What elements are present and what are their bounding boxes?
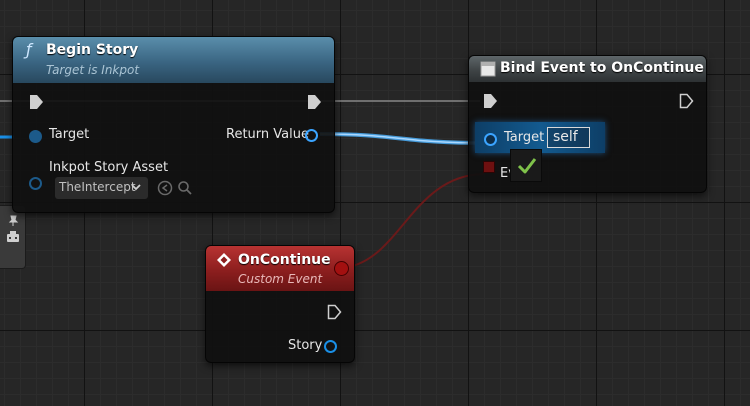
use-selected-icon[interactable] [157,180,173,196]
exec-out-pin[interactable] [327,304,342,320]
node-title: Bind Event to OnContinue [500,60,704,76]
node-subtitle: Target is Inkpot [46,63,140,77]
return-value-label: Return Value [226,127,309,142]
pin-icon [8,215,19,226]
begin-story-node[interactable]: ƒ Begin Story Target is Inkpot Target Re… [12,36,335,213]
target-label: Target [49,127,90,142]
bind-event-node[interactable]: Bind Event to OnContinue Target self Ev [468,55,707,193]
exec-in-pin[interactable] [483,93,498,109]
node-icon [480,61,496,77]
target-pin[interactable] [484,133,497,146]
story-asset-label: Inkpot Story Asset [49,160,169,175]
node-subtitle: Custom Event [238,272,323,286]
story-pin[interactable] [324,340,337,353]
bind-event-header[interactable]: Bind Event to OnContinue [469,56,706,82]
exec-out-pin[interactable] [679,93,694,109]
story-asset-pin[interactable] [29,177,42,190]
node-title: Begin Story [46,42,139,58]
target-pin[interactable] [29,130,42,143]
event-diamond-icon [217,253,231,267]
begin-story-header[interactable]: ƒ Begin Story Target is Inkpot [13,37,334,83]
target-self-field[interactable]: self [547,127,590,148]
story-asset-dropdown[interactable]: TheIntercept [55,177,148,199]
event-delegate-pin[interactable] [483,161,495,173]
event-checkbox[interactable] [510,149,542,182]
robot-icon [7,231,19,242]
checkmark-icon [517,158,537,174]
browse-icon[interactable] [177,180,193,196]
on-continue-node[interactable]: OnContinue Custom Event Story [205,245,355,363]
story-label: Story [288,338,323,353]
return-value-pin[interactable] [305,129,318,142]
target-label: Target [504,130,545,145]
event-delegate-out-pin[interactable] [334,261,349,276]
on-continue-header[interactable]: OnContinue Custom Event [206,246,354,291]
side-tab[interactable] [0,205,26,269]
exec-in-pin[interactable] [29,94,44,110]
function-icon: ƒ [26,40,32,59]
exec-out-pin[interactable] [307,94,322,110]
story-asset-value: TheIntercept [59,180,136,194]
delegate-wire [339,173,485,269]
chevron-down-icon [131,184,141,191]
node-title: OnContinue [238,252,331,268]
